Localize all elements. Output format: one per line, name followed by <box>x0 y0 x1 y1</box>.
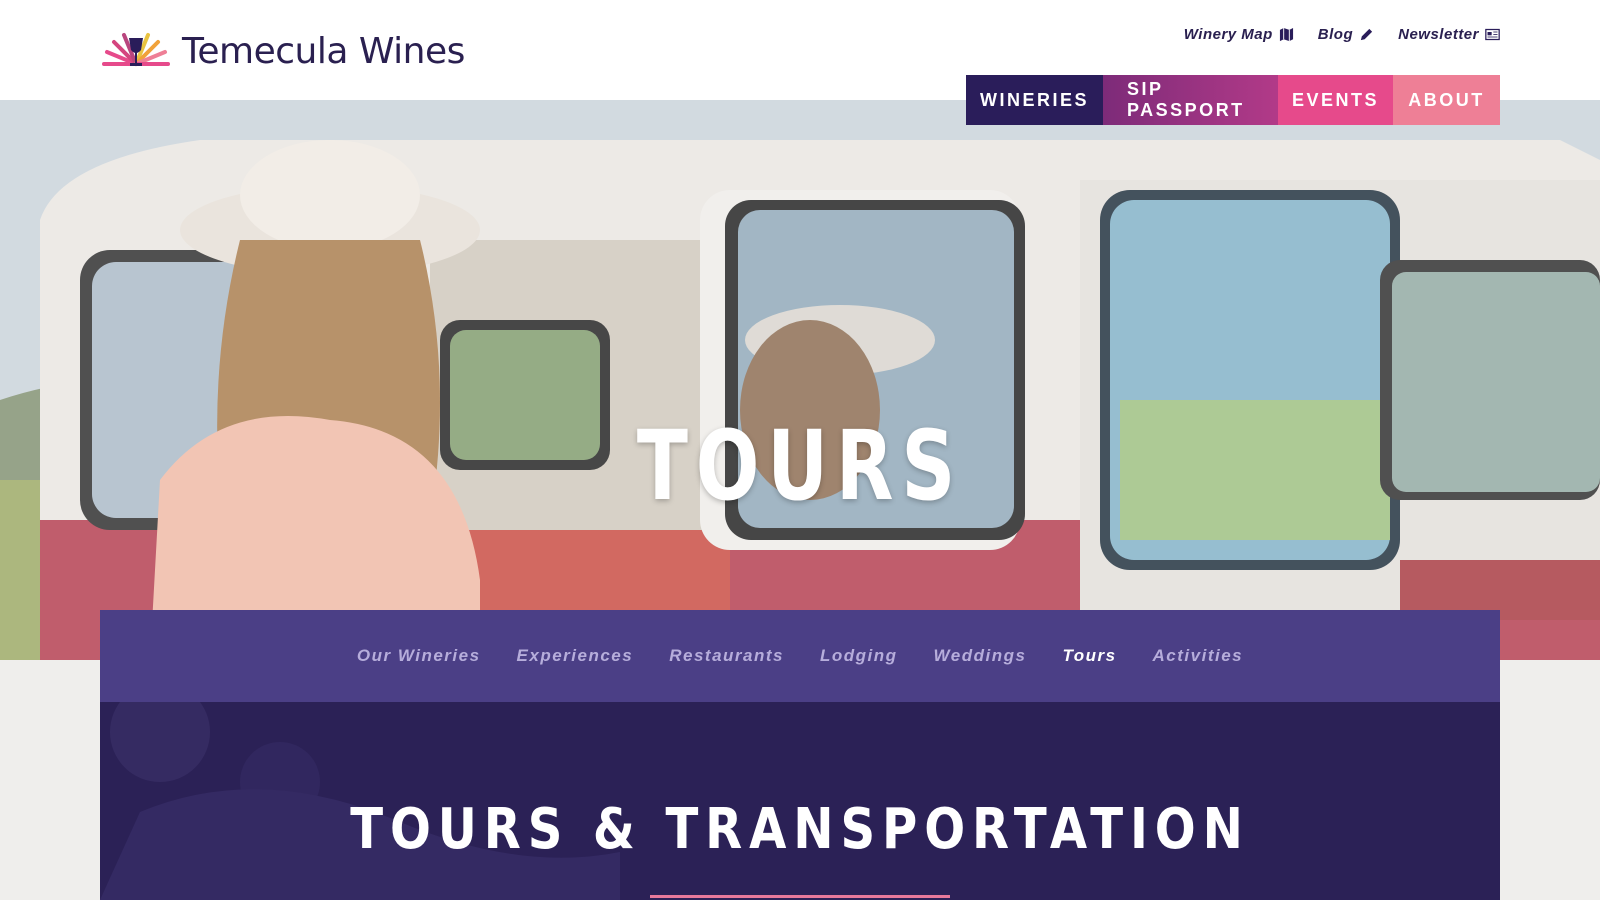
newsletter-link[interactable]: Newsletter <box>1398 26 1500 43</box>
utility-nav: Winery Map Blog Newsletter <box>1184 26 1500 43</box>
winery-map-label: Winery Map <box>1183 26 1273 43</box>
subnav-experiences[interactable]: Experiences <box>517 646 634 666</box>
site-logo-text: Temecula Wines <box>182 30 465 72</box>
section-title: TOURS & TRANSPORTATION <box>350 797 1250 862</box>
blog-label: Blog <box>1317 26 1354 43</box>
winery-map-link[interactable]: Winery Map <box>1184 26 1294 43</box>
nav-wineries[interactable]: WINERIES <box>966 75 1103 125</box>
subnav-weddings[interactable]: Weddings <box>934 646 1027 666</box>
subnav-our-wineries[interactable]: Our Wineries <box>357 646 481 666</box>
nav-sip-passport[interactable]: SIP PASSPORT <box>1103 75 1278 125</box>
hero-banner: TOURS <box>0 100 1600 660</box>
main-nav: WINERIES SIP PASSPORT EVENTS ABOUT <box>966 75 1500 125</box>
tours-section: TOURS & TRANSPORTATION <box>100 702 1500 900</box>
subnav-tours[interactable]: Tours <box>1062 646 1116 666</box>
subnav-lodging[interactable]: Lodging <box>820 646 898 666</box>
hero-title: TOURS <box>636 410 964 522</box>
hero-overlay <box>0 100 1600 660</box>
pencil-icon <box>1361 28 1373 41</box>
newspaper-icon <box>1485 28 1500 41</box>
site-logo[interactable]: Temecula Wines <box>100 28 465 74</box>
nav-about[interactable]: ABOUT <box>1393 75 1500 125</box>
subnav-restaurants[interactable]: Restaurants <box>669 646 784 666</box>
nav-events[interactable]: EVENTS <box>1278 75 1393 125</box>
wine-glass-sunburst-icon <box>102 33 170 66</box>
subnav-activities[interactable]: Activities <box>1153 646 1244 666</box>
map-icon <box>1279 27 1293 42</box>
blog-link[interactable]: Blog <box>1318 26 1374 43</box>
category-subnav: Our Wineries Experiences Restaurants Lod… <box>100 610 1500 702</box>
newsletter-label: Newsletter <box>1398 26 1479 43</box>
title-underline <box>650 895 950 898</box>
